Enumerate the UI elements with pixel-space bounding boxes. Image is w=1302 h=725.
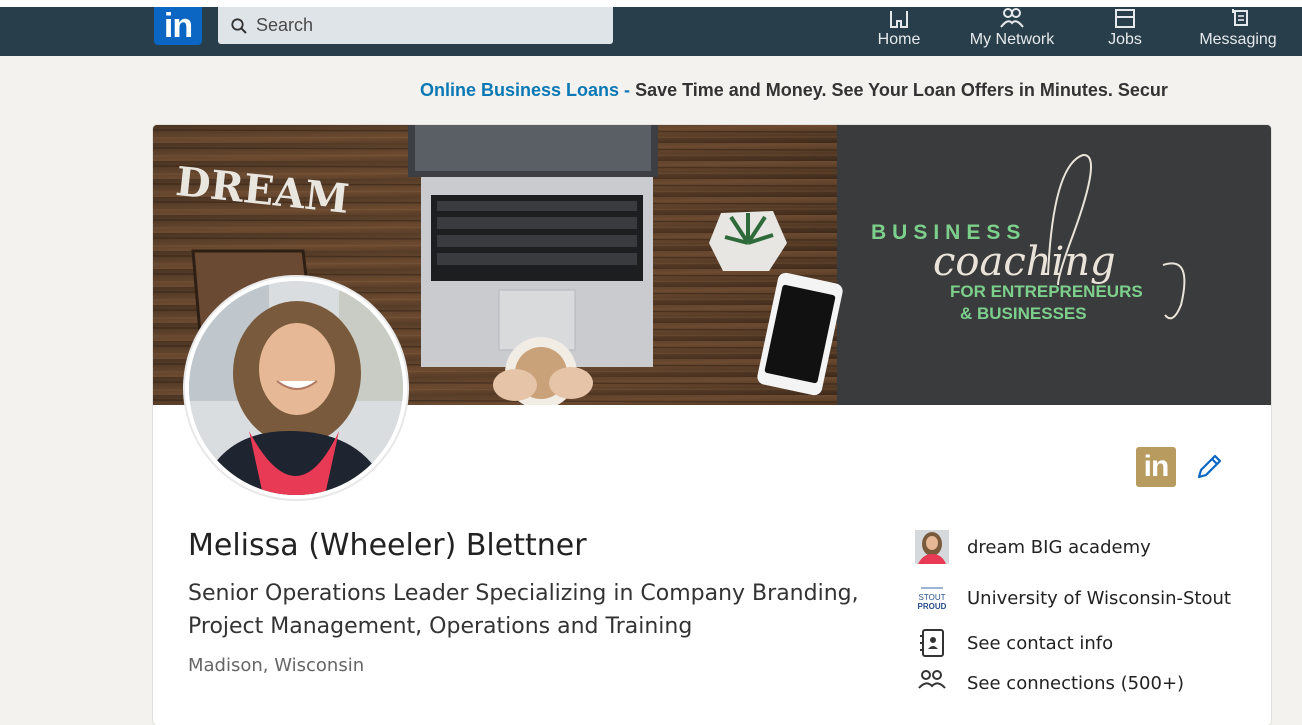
linkedin-badge[interactable]: in: [1136, 447, 1176, 487]
svg-text:STOUT: STOUT: [919, 593, 946, 602]
home-icon: [890, 11, 908, 28]
edit-pencil-icon[interactable]: [1193, 451, 1225, 483]
ad-link[interactable]: Online Business Loans -: [420, 80, 630, 100]
nav-my-network[interactable]: My Network: [962, 7, 1062, 56]
banner-for-line2: & BUSINESSES: [960, 304, 1087, 323]
company-name: dream BIG academy: [967, 536, 1151, 558]
sponsored-ad[interactable]: Online Business Loans - Save Time and Mo…: [420, 80, 1168, 101]
contact-card-icon: [920, 629, 944, 657]
briefcase-icon: [1115, 9, 1135, 28]
search-icon: [231, 17, 247, 34]
profile-location: Madison, Wisconsin: [188, 655, 365, 676]
connections-text: See connections (500+): [967, 672, 1185, 694]
profile-card: DREAM BUSINESS coaching FOR ENTREPRENEUR…: [153, 125, 1271, 725]
search-bar[interactable]: [218, 7, 613, 44]
messaging-icon: [1232, 9, 1248, 26]
connections-link[interactable]: See connections (500+): [915, 666, 1184, 700]
company-thumbnail: [915, 530, 949, 564]
nav-messaging-label: Messaging: [1199, 31, 1277, 48]
network-icon: [1000, 8, 1024, 28]
nav-jobs-label: Jobs: [1108, 31, 1142, 48]
school-name: University of Wisconsin-Stout: [967, 587, 1231, 609]
banner-coaching-text: coaching: [933, 239, 1116, 285]
contact-info-text: See contact info: [967, 632, 1114, 654]
nav-home-label: Home: [877, 31, 921, 48]
contact-info-link[interactable]: See contact info: [915, 626, 1113, 660]
banner-for-line1: FOR ENTREPRENEURS: [950, 282, 1143, 301]
top-nav-bar: in Home My Network Jobs: [0, 0, 1302, 56]
school-logo: STOUT PROUD: [915, 581, 949, 615]
current-company-link[interactable]: dream BIG academy: [915, 530, 1151, 564]
education-link[interactable]: STOUT PROUD University of Wisconsin-Stou…: [915, 581, 1231, 615]
profile-name: Melissa (Wheeler) Blettner: [188, 528, 587, 563]
people-icon: [918, 670, 946, 689]
linkedin-logo[interactable]: in: [154, 7, 202, 45]
search-input[interactable]: [256, 15, 596, 36]
nav-my-network-label: My Network: [969, 31, 1055, 48]
profile-photo-frame[interactable]: [185, 277, 407, 499]
profile-photo[interactable]: [189, 281, 403, 495]
svg-text:PROUD: PROUD: [918, 602, 947, 611]
nav-home[interactable]: Home: [870, 7, 928, 56]
nav-messaging[interactable]: Messaging: [1192, 7, 1284, 56]
ad-text: Save Time and Money. See Your Loan Offer…: [635, 80, 1168, 100]
profile-headline: Senior Operations Leader Specializing in…: [188, 581, 859, 639]
nav-jobs[interactable]: Jobs: [1098, 7, 1152, 56]
